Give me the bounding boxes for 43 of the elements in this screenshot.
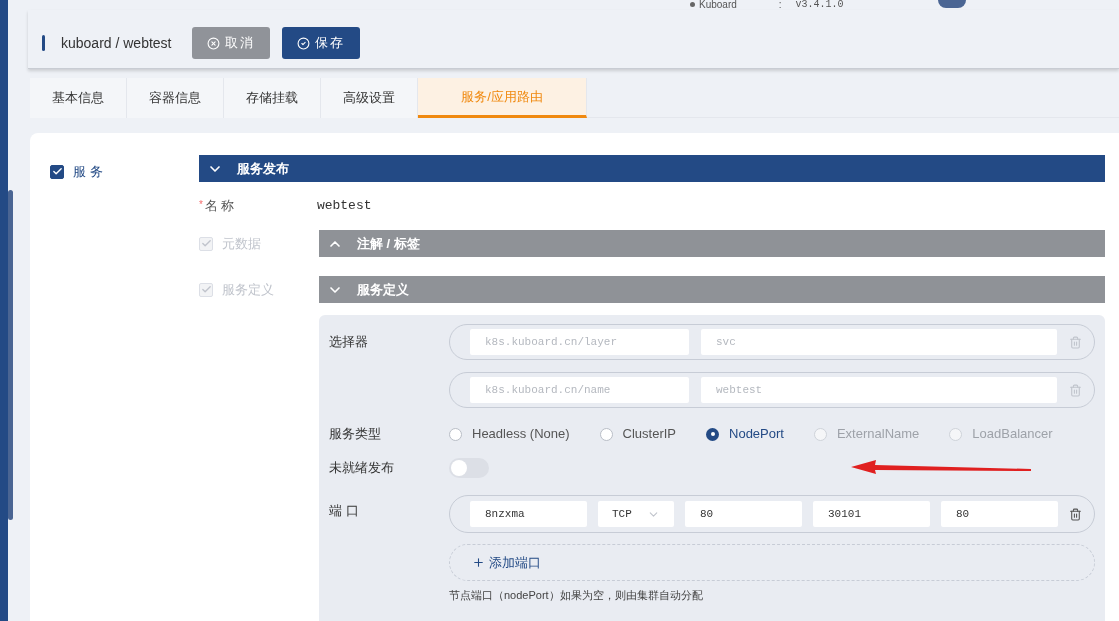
- radio-button[interactable]: [449, 427, 462, 441]
- required-mark: *: [199, 197, 203, 212]
- field-label: 选择器: [329, 333, 369, 351]
- radio-button[interactable]: [599, 427, 613, 441]
- node-port-input[interactable]: 30101: [813, 501, 930, 527]
- radio-label: NodePort: [729, 425, 784, 444]
- title-marker: [42, 35, 45, 51]
- checkbox-label: 服务定义: [222, 280, 274, 299]
- hint-text: 节点端口（nodePort）如果为空，则由集群自动分配: [449, 588, 704, 603]
- avatar[interactable]: [937, 0, 966, 8]
- radio-button[interactable]: [706, 427, 719, 441]
- tab[interactable]: 基本信息: [30, 78, 127, 118]
- radio-label: ExternalName: [836, 425, 920, 444]
- target-port-input[interactable]: 80: [941, 501, 1058, 527]
- plus-icon: [472, 556, 485, 569]
- field-label: 服务类型: [329, 425, 382, 444]
- field-label: 未就绪发布: [329, 459, 395, 478]
- field-label: 端口: [329, 502, 364, 520]
- tab[interactable]: 高级设置: [321, 78, 418, 118]
- port-input[interactable]: 80: [685, 501, 802, 527]
- checkbox-label: 服务: [73, 163, 107, 181]
- protocol-select[interactable]: TCP: [598, 501, 674, 527]
- radio-label: LoadBalancer: [972, 425, 1053, 444]
- scrollbar-thumb[interactable]: [8, 190, 13, 520]
- radio-label: ClusterIP: [622, 425, 676, 444]
- field-label: 名称: [204, 197, 238, 216]
- close-icon: [206, 36, 220, 50]
- port-name-input[interactable]: 8nzxma: [470, 501, 587, 527]
- checkbox-label: 元数据: [222, 234, 261, 253]
- tab[interactable]: 容器信息: [127, 78, 224, 118]
- radio-label: Headless (None): [472, 425, 570, 444]
- save-button[interactable]: 保存: [281, 27, 360, 59]
- separator: :: [778, 0, 782, 9]
- tab[interactable]: 存储挂载: [224, 78, 321, 118]
- version-text: v3.4.1.0: [795, 0, 844, 9]
- toggle-switch[interactable]: [449, 458, 489, 478]
- delete-icon[interactable]: [1069, 507, 1082, 521]
- check-circle-icon: [296, 36, 310, 50]
- breadcrumb: kuboard / webtest: [61, 33, 172, 53]
- section-header[interactable]: 服务发布: [199, 155, 1105, 182]
- name-value: webtest: [316, 197, 372, 216]
- product-name: Kuboard: [699, 0, 737, 9]
- checkbox[interactable]: [50, 164, 64, 179]
